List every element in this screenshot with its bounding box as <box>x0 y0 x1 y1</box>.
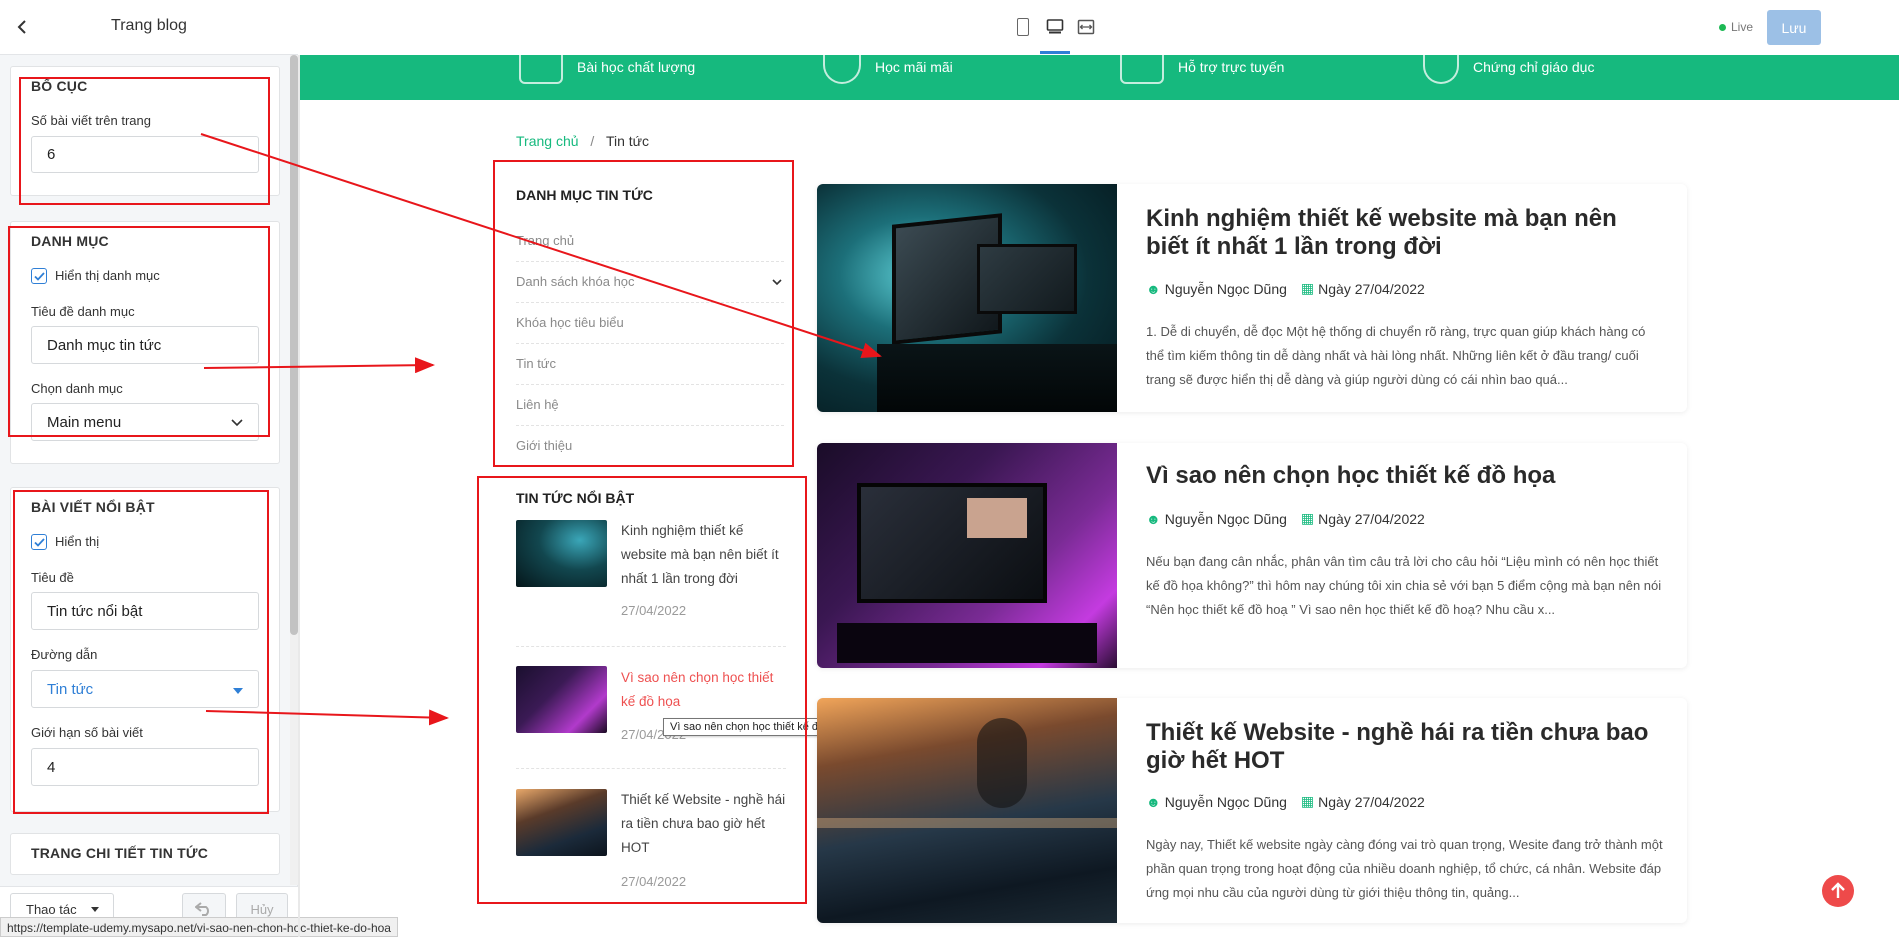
annotation-arrow-category <box>203 357 435 374</box>
annotation-arrow-layout <box>200 133 882 359</box>
annotation-arrow-featured <box>205 709 449 726</box>
annotation-arrows <box>200 133 882 726</box>
